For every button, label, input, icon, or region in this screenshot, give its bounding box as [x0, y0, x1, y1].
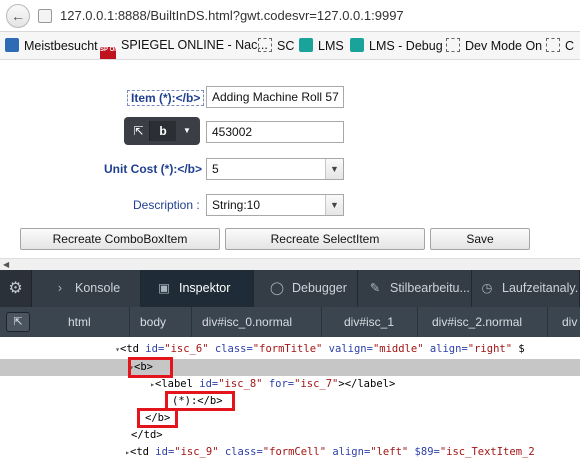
- bookmark-lms-debug[interactable]: LMS - Debug: [350, 38, 443, 53]
- page-icon: [38, 9, 52, 23]
- expanded-twisty-icon[interactable]: ▾: [110, 341, 120, 358]
- highlight-box: [137, 408, 178, 428]
- teal-page-icon: [299, 38, 313, 52]
- teal-page-icon: [350, 38, 364, 52]
- tab-style-editor[interactable]: ✎ Stilbearbeitu...: [358, 270, 472, 307]
- markup-line[interactable]: ▾<td id="isc_6" class="formTitle" valign…: [0, 341, 580, 358]
- breadcrumb-item[interactable]: body: [130, 307, 192, 337]
- tab-console[interactable]: › Konsole: [33, 270, 141, 307]
- tab-label: Stilbearbeitu...: [390, 281, 470, 295]
- bookmark-sc[interactable]: SC: [258, 38, 294, 53]
- blank-page-icon: [446, 38, 460, 52]
- chevron-down-icon[interactable]: ▼: [325, 159, 343, 179]
- collapsed-twisty-icon[interactable]: ▸: [145, 376, 155, 393]
- bookmark-label: LMS: [318, 39, 344, 53]
- chevron-down-icon[interactable]: ▼: [325, 195, 343, 215]
- breadcrumb: ⇱ html body div#isc_0.normal div#isc_1 d…: [0, 307, 580, 337]
- spiegel-icon: SP ON: [100, 47, 119, 59]
- scroll-left-icon[interactable]: ◀: [3, 259, 9, 270]
- horizontal-scrollbar[interactable]: ◀: [0, 258, 580, 270]
- markup-line-selected[interactable]: ▾<b>: [0, 359, 580, 376]
- back-button[interactable]: ←: [6, 4, 30, 28]
- bookmark-spiegel[interactable]: SP ON SPIEGEL ONLINE - Nac...: [100, 38, 268, 59]
- unit-cost-select[interactable]: 5 ▼: [206, 158, 344, 180]
- tab-inspector[interactable]: ▣ Inspektor: [141, 270, 254, 307]
- devtools-toolbar: ⚙ › Konsole ▣ Inspektor ◯ Debugger ✎ Stilbea…: [0, 270, 580, 307]
- blank-page-icon: [546, 38, 560, 52]
- debugger-icon: ◯: [270, 281, 284, 295]
- bookmark-label: Dev Mode On: [465, 39, 543, 53]
- bookmark-label: Meistbesucht: [24, 39, 98, 53]
- bookmarks-toolbar: Meistbesucht SP ON SPIEGEL ONLINE - Nac..…: [0, 32, 580, 60]
- breadcrumb-item[interactable]: div#isc_0.normal: [192, 307, 322, 337]
- gear-icon[interactable]: ⚙: [0, 270, 32, 307]
- description-value: String:10: [212, 198, 261, 212]
- tab-debugger[interactable]: ◯ Debugger: [254, 270, 358, 307]
- breadcrumb-item[interactable]: div#isc_1: [322, 307, 418, 337]
- highlight-box: [128, 357, 173, 378]
- bookmark-label: SC: [277, 39, 295, 53]
- markup-line[interactable]: </b>: [0, 410, 580, 427]
- markup-line[interactable]: </td>: [0, 427, 580, 444]
- bookmark-c[interactable]: C: [546, 38, 574, 53]
- inspector-icon: ▣: [158, 281, 170, 295]
- profiler-icon: ◷: [481, 281, 493, 295]
- back-arrow-icon: ←: [11, 8, 25, 24]
- breadcrumb-item[interactable]: html: [50, 307, 130, 337]
- item-label: Item (*):</b>: [127, 90, 205, 106]
- pick-element-icon[interactable]: ⇱: [6, 312, 30, 332]
- bookmarks-folder-icon: [5, 38, 19, 52]
- description-label: Description :: [133, 198, 200, 212]
- recreate-selectitem-button[interactable]: Recreate SelectItem: [225, 228, 425, 250]
- url-bar: ← 127.0.0.1:8888/BuiltInDS.html?gwt.code…: [0, 0, 580, 32]
- bookmark-label: LMS - Debug: [369, 39, 443, 53]
- bookmark-lms[interactable]: LMS: [299, 38, 344, 53]
- bookmark-label: SPIEGEL ONLINE - Nac...: [121, 38, 268, 52]
- pick-element-icon[interactable]: ⇱: [128, 121, 150, 141]
- markup-view: ▾<td id="isc_6" class="formTitle" valign…: [0, 337, 580, 461]
- markup-line[interactable]: (*):</b>: [0, 393, 580, 410]
- breadcrumb-item[interactable]: div#isc_2.normal: [418, 307, 548, 337]
- url-text[interactable]: 127.0.0.1:8888/BuiltInDS.html?gwt.codesv…: [60, 8, 404, 23]
- breadcrumb-item[interactable]: div: [548, 307, 580, 337]
- picker-tag-b[interactable]: b: [150, 121, 176, 141]
- blank-page-icon: [258, 38, 272, 52]
- description-select[interactable]: String:10 ▼: [206, 194, 344, 216]
- bookmark-label: C: [565, 39, 575, 53]
- chevron-down-icon[interactable]: ▼: [176, 121, 198, 141]
- collapsed-twisty-icon[interactable]: ▸: [120, 444, 130, 461]
- recreate-combobox-button[interactable]: Recreate ComboBoxItem: [20, 228, 220, 250]
- item-combobox[interactable]: Adding Machine Roll 57 ...: [206, 86, 344, 108]
- console-icon: ›: [57, 281, 63, 295]
- save-button[interactable]: Save: [430, 228, 530, 250]
- element-picker-overlay: ⇱ b ▼: [124, 117, 200, 145]
- tab-label: Inspektor: [179, 281, 231, 295]
- markup-line[interactable]: ▸<td id="isc_9" class="formCell" align="…: [0, 444, 580, 461]
- bookmark-meistbesucht[interactable]: Meistbesucht: [5, 38, 98, 53]
- style-editor-icon: ✎: [369, 281, 381, 295]
- unit-cost-value: 5: [212, 162, 219, 176]
- bookmark-dev-mode[interactable]: Dev Mode On: [446, 38, 542, 53]
- tab-profiler[interactable]: ◷ Laufzeitanaly...: [472, 270, 580, 307]
- sku-field[interactable]: 453002: [206, 121, 344, 143]
- unit-cost-label: Unit Cost (*):</b>: [104, 162, 202, 176]
- tab-label: Debugger: [292, 281, 347, 295]
- tab-label: Laufzeitanaly...: [502, 281, 580, 295]
- markup-line[interactable]: ▸<label id="isc_8" for="isc_7"></label>: [0, 376, 580, 393]
- tab-label: Konsole: [75, 281, 121, 295]
